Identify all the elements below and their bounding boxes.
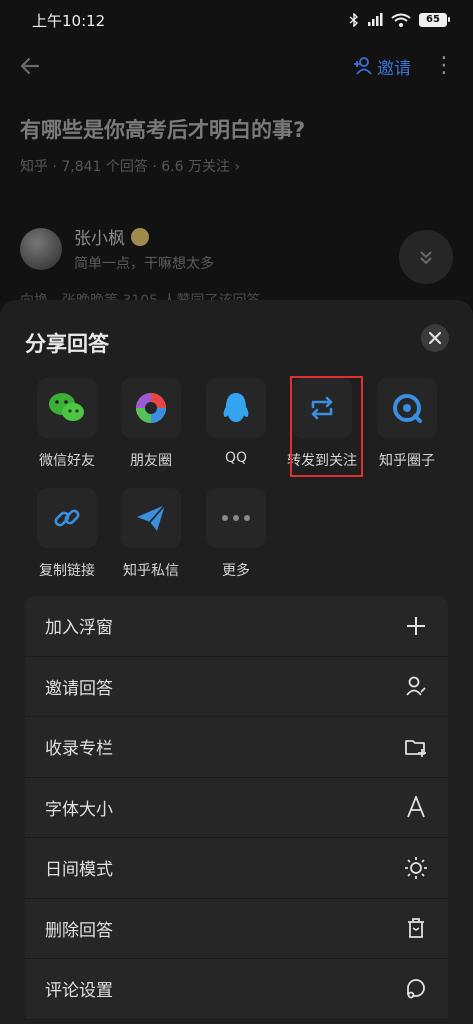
share-copy-link[interactable]: 复制链接	[27, 488, 107, 580]
avatar[interactable]	[20, 227, 62, 270]
circle-icon	[377, 378, 437, 438]
invite-label: 邀请	[377, 58, 411, 79]
author-name: 张小枫	[74, 229, 125, 249]
question-meta[interactable]: 知乎 · 7,841 个回答 · 6.6 万关注 ›	[20, 156, 240, 176]
menu-label: 加入浮窗	[45, 618, 113, 639]
share-label-more: 更多	[222, 563, 250, 579]
fold-button[interactable]	[399, 230, 453, 284]
font-icon	[404, 795, 428, 819]
menu-item-invite-answer[interactable]: 邀请回答	[25, 656, 448, 717]
menu-label: 日间模式	[45, 860, 113, 881]
add-user-icon	[354, 57, 372, 75]
share-wechat[interactable]: 微信好友	[27, 378, 107, 470]
share-label-wechat: 微信好友	[39, 453, 95, 469]
menu-item-comment-settings[interactable]: 评论设置	[25, 959, 448, 1020]
author-name-row: 张小枫	[74, 224, 214, 249]
menu-item-float-window[interactable]: 加入浮窗	[25, 596, 448, 657]
status-icons: 65	[349, 13, 450, 27]
author-bio: 简单一点，干嘛想太多	[74, 256, 214, 272]
share-label-copy-link: 复制链接	[39, 563, 95, 579]
wifi-icon	[391, 13, 411, 27]
share-sheet: 分享回答 微信好友 朋友圈 QQ 转发到关注 知乎圈子 复制链接 知乎私信 更多…	[0, 300, 473, 1024]
share-label-moments: 朋友圈	[130, 453, 172, 469]
qq-icon	[206, 378, 266, 438]
menu-item-font-size[interactable]: 字体大小	[25, 777, 448, 838]
menu-item-delete-answer[interactable]: 删除回答	[25, 898, 448, 959]
share-message[interactable]: 知乎私信	[111, 488, 191, 580]
close-button[interactable]	[421, 324, 449, 352]
menu-item-add-column[interactable]: 收录专栏	[25, 717, 448, 778]
share-label-message: 知乎私信	[123, 563, 179, 579]
moments-icon	[121, 378, 181, 438]
menu-item-day-mode[interactable]: 日间模式	[25, 838, 448, 899]
double-chevron-down-icon	[420, 251, 432, 265]
invite-button[interactable]: 邀请	[353, 54, 411, 79]
sun-icon	[404, 856, 428, 880]
menu-label: 邀请回答	[45, 678, 113, 699]
back-button[interactable]	[18, 49, 52, 83]
share-circle[interactable]: 知乎圈子	[367, 378, 447, 470]
invite-user-icon	[404, 674, 428, 698]
share-qq[interactable]: QQ	[196, 378, 276, 466]
more-options-icon[interactable]: ⋮	[433, 55, 455, 77]
action-menu: 加入浮窗 邀请回答 收录专栏 字体大小 日间模式 删除回答 评论设置	[25, 596, 448, 1020]
comment-settings-icon	[404, 977, 428, 1001]
status-bar: 上午10:12 65	[0, 0, 473, 40]
wechat-icon	[37, 378, 97, 438]
close-icon	[429, 332, 441, 344]
menu-label: 收录专栏	[45, 739, 113, 760]
share-label-qq: QQ	[224, 450, 248, 466]
share-label-circle: 知乎圈子	[379, 453, 435, 469]
share-more[interactable]: 更多	[196, 488, 276, 580]
sheet-title: 分享回答	[25, 332, 109, 356]
plus-icon	[404, 614, 428, 638]
highlight-box	[290, 376, 363, 477]
back-arrow-icon	[20, 57, 40, 75]
delete-icon	[404, 916, 428, 940]
more-icon	[206, 488, 266, 548]
author-info[interactable]: 张小枫 简单一点，干嘛想太多	[20, 224, 214, 273]
link-icon	[37, 488, 97, 548]
menu-label: 评论设置	[45, 981, 113, 1002]
menu-label: 字体大小	[45, 799, 113, 820]
battery-indicator: 65	[419, 13, 450, 27]
send-icon	[121, 488, 181, 548]
top-bar: 邀请 ⋮	[0, 44, 473, 88]
share-moments[interactable]: 朋友圈	[111, 378, 191, 470]
question-title: 有哪些是你高考后才明白的事?	[20, 118, 306, 142]
status-time: 上午10:12	[32, 11, 106, 30]
badge-icon	[131, 227, 149, 246]
menu-label: 删除回答	[45, 920, 113, 941]
signal-icon	[368, 13, 383, 26]
bluetooth-icon	[349, 13, 359, 27]
folder-add-icon	[404, 735, 428, 759]
